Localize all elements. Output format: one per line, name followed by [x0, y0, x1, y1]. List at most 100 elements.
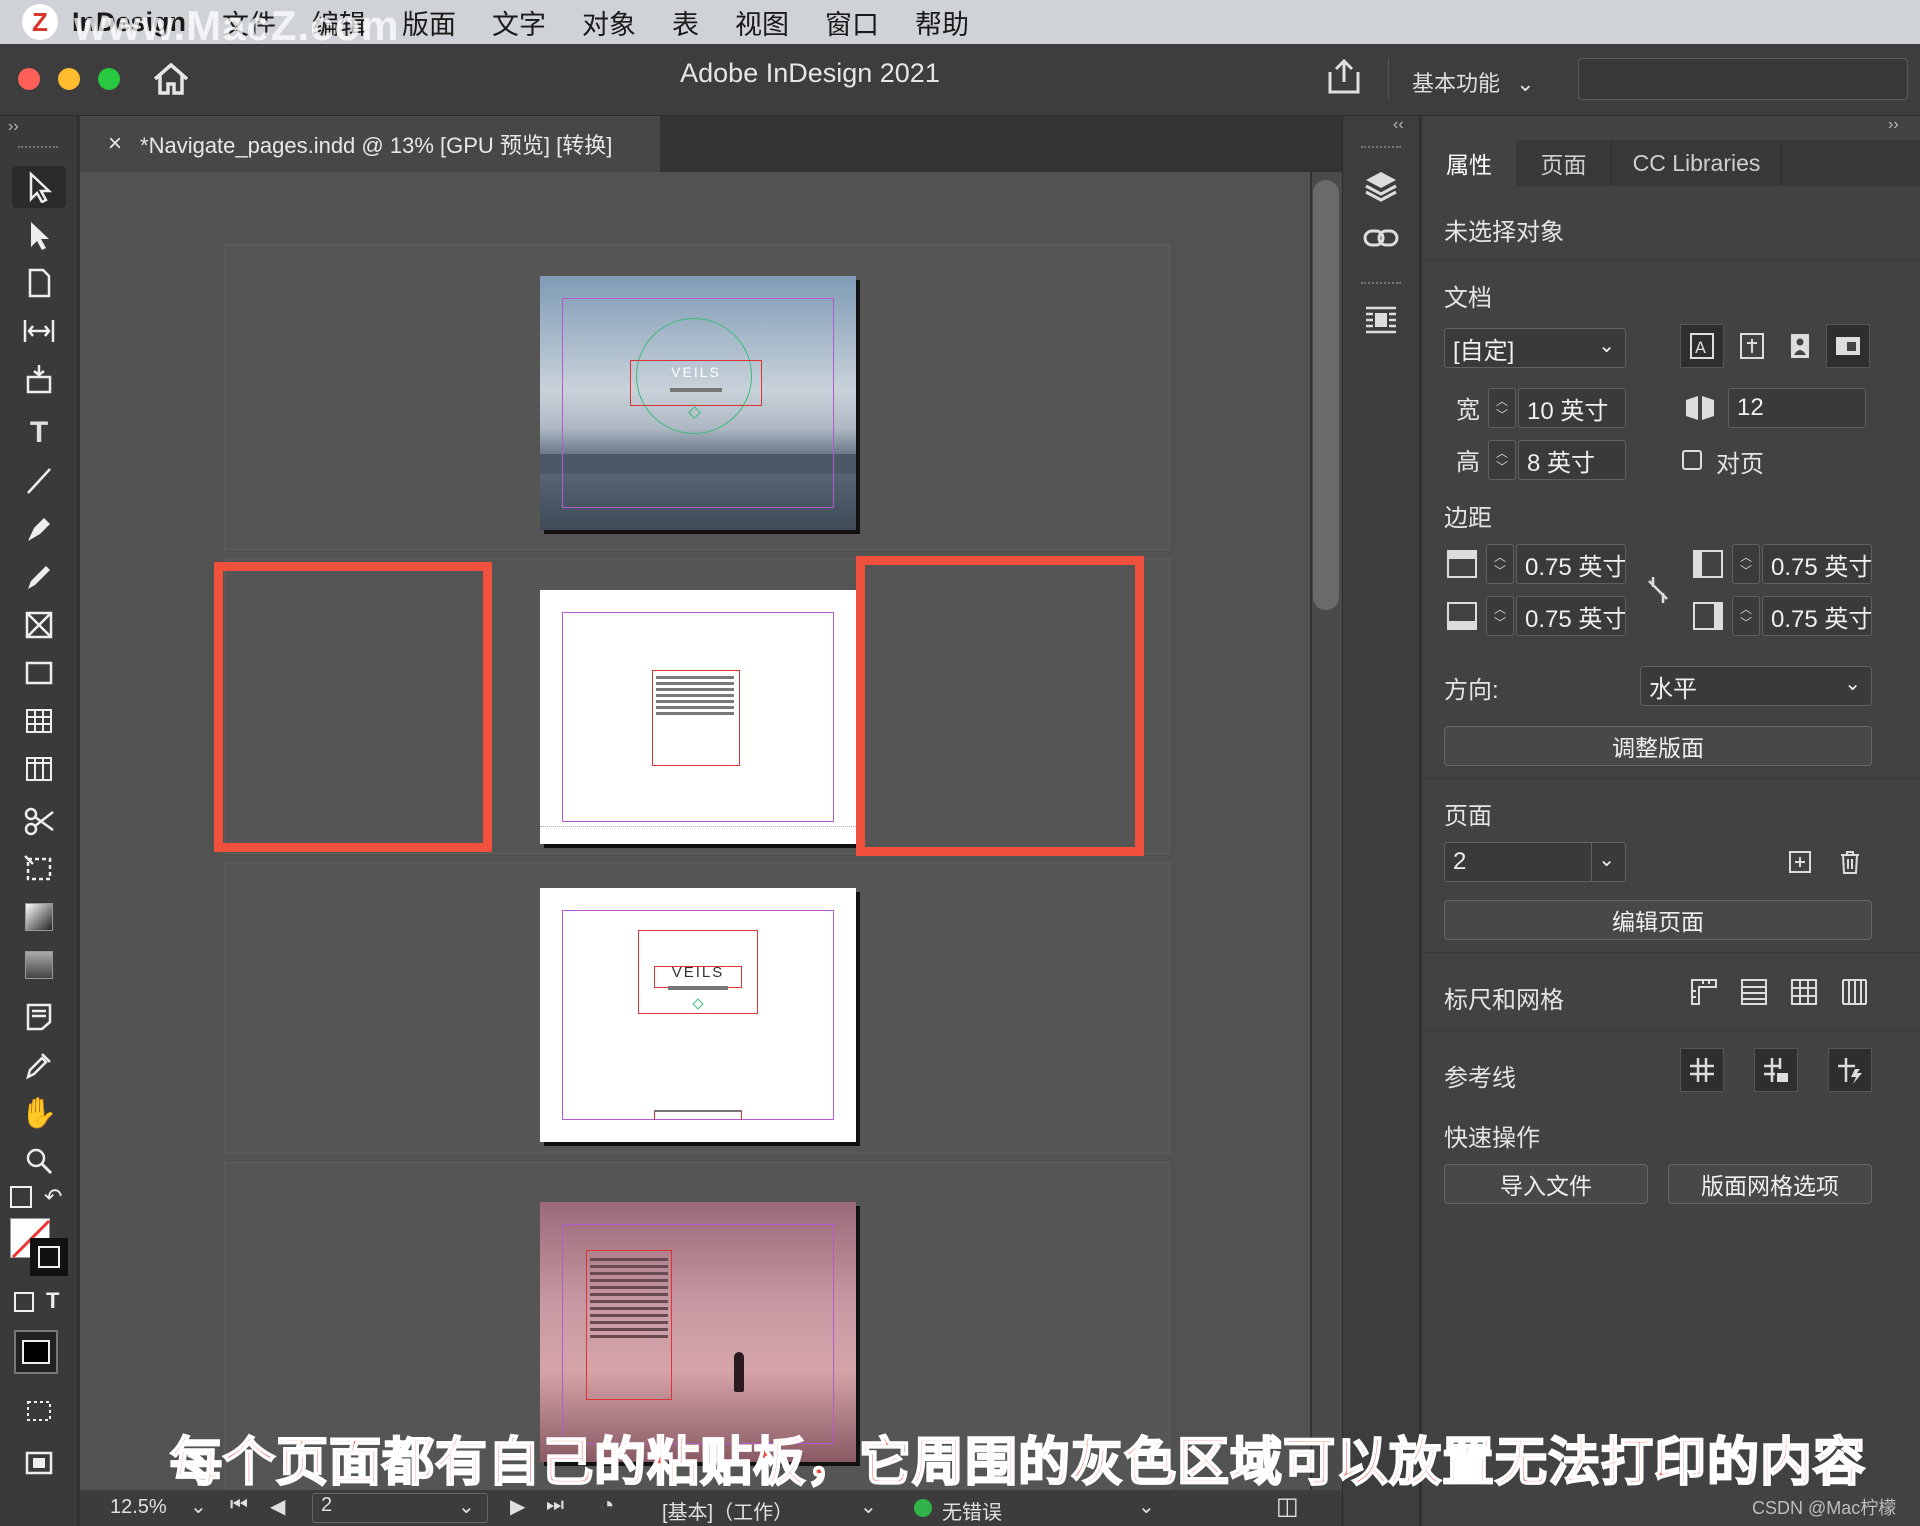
line-tool-icon[interactable]	[12, 460, 66, 502]
apply-color-button[interactable]	[14, 1330, 58, 1374]
minimize-window-button[interactable]	[58, 68, 80, 90]
baseline-grid-icon[interactable]	[1734, 972, 1774, 1012]
zoom-tool-icon[interactable]	[12, 1140, 66, 1182]
tab-properties[interactable]: 属性	[1422, 140, 1516, 186]
text-wrap-icon[interactable]	[1359, 298, 1403, 342]
edit-page-button[interactable]: 编辑页面	[1444, 900, 1872, 940]
type-tool-icon[interactable]: T	[12, 412, 66, 454]
page-3-thumbnail[interactable]: VEILS	[540, 888, 856, 1142]
document-tab[interactable]: × *Navigate_pages.indd @ 13% [GPU 预览] [转…	[80, 116, 660, 172]
pages-count-field[interactable]: 12	[1728, 388, 1866, 428]
tab-pages[interactable]: 页面	[1516, 140, 1612, 186]
smart-guides-icon[interactable]	[1828, 1048, 1872, 1092]
menu-table[interactable]: 表	[672, 3, 699, 42]
split-view-icon[interactable]: ◫	[1276, 1492, 1299, 1521]
margin-inside-field[interactable]: 0.75 英寸	[1762, 544, 1872, 584]
grip-icon[interactable]	[1361, 146, 1401, 148]
page-tool-icon[interactable]	[12, 262, 66, 304]
width-stepper[interactable]: ︿ ﹀	[1488, 388, 1516, 428]
hand-tool-icon[interactable]: ✋	[12, 1092, 66, 1134]
page-select[interactable]: 2 ⌄	[1444, 842, 1626, 882]
preflight-status[interactable]: 无错误	[942, 1496, 1002, 1525]
last-page-icon[interactable]: ⏭	[546, 1494, 564, 1517]
rectangle-tool-icon[interactable]	[12, 652, 66, 694]
layers-icon[interactable]	[1359, 164, 1403, 208]
first-page-icon[interactable]: ⏮	[230, 1494, 248, 1517]
free-transform-tool-icon[interactable]	[12, 848, 66, 890]
table-tool-icon[interactable]	[12, 700, 66, 742]
portrait-orientation-icon[interactable]	[1778, 324, 1822, 368]
gap-tool-icon[interactable]	[12, 310, 66, 352]
preview-mode-icon[interactable]	[12, 1442, 66, 1484]
eyedropper-tool-icon[interactable]	[12, 1044, 66, 1086]
menu-object[interactable]: 对象	[582, 3, 636, 42]
direct-selection-tool-icon[interactable]	[12, 214, 66, 256]
gradient-swatch-tool-icon[interactable]	[12, 896, 66, 938]
content-collector-icon[interactable]	[12, 358, 66, 400]
close-window-button[interactable]	[18, 68, 40, 90]
ruler-icon[interactable]	[1684, 972, 1724, 1012]
delete-page-icon[interactable]	[1830, 842, 1870, 882]
height-stepper[interactable]: ︿ ﹀	[1488, 440, 1516, 480]
menu-window[interactable]: 窗口	[825, 3, 879, 42]
zoom-window-button[interactable]	[98, 68, 120, 90]
zoom-level[interactable]: 12.5%	[110, 1496, 167, 1519]
margin-outside-stepper[interactable]: ︿ ﹀	[1732, 596, 1760, 636]
margin-bottom-stepper[interactable]: ︿ ﹀	[1486, 596, 1514, 636]
page-2-thumbnail[interactable]	[540, 590, 856, 844]
grip-icon[interactable]	[18, 146, 58, 150]
chevron-down-icon[interactable]: ⌄	[458, 1494, 475, 1519]
landscape-orientation-icon[interactable]	[1826, 324, 1870, 368]
search-input[interactable]	[1578, 58, 1908, 100]
workflow-status[interactable]: [基本]（工作）	[662, 1496, 793, 1525]
orientation-select[interactable]: 水平 ⌄	[1640, 666, 1872, 706]
margin-outside-field[interactable]: 0.75 英寸	[1762, 596, 1872, 636]
document-preset-select[interactable]: [自定] ⌄	[1444, 328, 1626, 368]
layout-grid-options-button[interactable]: 版面网格选项	[1668, 1164, 1872, 1204]
close-tab-icon[interactable]: ×	[108, 130, 122, 158]
width-field[interactable]: 10 英寸	[1518, 388, 1626, 428]
show-guides-icon[interactable]	[1680, 1048, 1724, 1092]
vertical-text-icon[interactable]	[1730, 324, 1774, 368]
chevron-down-icon[interactable]: ⌄	[1138, 1494, 1155, 1519]
chevron-down-icon[interactable]: ⌄	[860, 1494, 877, 1519]
margin-bottom-field[interactable]: 0.75 英寸	[1516, 596, 1626, 636]
margin-top-stepper[interactable]: ︿ ﹀	[1486, 544, 1514, 584]
unlink-margins-icon[interactable]	[1640, 568, 1676, 612]
links-icon[interactable]	[1359, 218, 1403, 258]
text-frame-icon[interactable]: A	[1680, 324, 1724, 368]
collapse-panel-icon[interactable]: ››	[1888, 116, 1899, 134]
facing-pages-checkbox[interactable]	[1682, 450, 1702, 470]
pen-tool-icon[interactable]	[12, 508, 66, 550]
menu-help[interactable]: 帮助	[915, 3, 969, 42]
open-doc-icon[interactable]: ◔	[600, 1492, 615, 1520]
note-tool-icon[interactable]	[12, 996, 66, 1038]
share-icon[interactable]	[1326, 58, 1362, 101]
next-page-icon[interactable]: ▶	[510, 1494, 525, 1519]
formatting-container-icon[interactable]	[14, 1292, 34, 1312]
formatting-text-icon[interactable]: T	[46, 1288, 59, 1314]
workspace-switcher[interactable]: 基本功能 ⌄	[1412, 66, 1535, 98]
margin-inside-stepper[interactable]: ︿ ﹀	[1732, 544, 1760, 584]
chevron-down-icon[interactable]: ⌄	[190, 1494, 207, 1519]
swap-fill-stroke-icon[interactable]: ↶	[44, 1184, 62, 1210]
screen-mode-icon[interactable]	[12, 1390, 66, 1432]
menu-type[interactable]: 文字	[492, 3, 546, 42]
page-1-thumbnail[interactable]: VEILS	[540, 276, 856, 530]
import-file-button[interactable]: 导入文件	[1444, 1164, 1648, 1204]
document-canvas[interactable]: VEILS VEILS	[80, 172, 1310, 1490]
layout-grid-icon[interactable]	[1834, 972, 1874, 1012]
expand-dock-icon[interactable]: ‹‹	[1393, 116, 1404, 134]
menu-view[interactable]: 视图	[735, 3, 789, 42]
add-page-icon[interactable]	[1780, 842, 1820, 882]
height-field[interactable]: 8 英寸	[1518, 440, 1626, 480]
lock-guides-icon[interactable]	[1754, 1048, 1798, 1092]
rectangle-frame-tool-icon[interactable]	[12, 604, 66, 646]
grip-icon[interactable]	[1361, 282, 1401, 284]
stroke-swatch[interactable]	[30, 1238, 68, 1276]
document-grid-icon[interactable]	[1784, 972, 1824, 1012]
column-tool-icon[interactable]	[12, 748, 66, 790]
collapse-icon[interactable]: ››	[8, 118, 19, 136]
home-icon[interactable]	[152, 62, 190, 101]
previous-page-icon[interactable]: ◀	[270, 1494, 285, 1519]
